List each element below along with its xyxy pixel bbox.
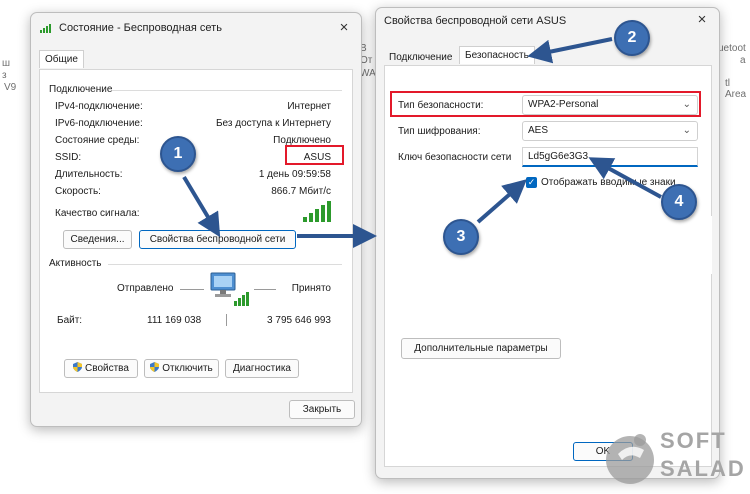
arrow-3 (476, 179, 528, 224)
arrow-4 (588, 157, 662, 199)
callout-2: 2 (614, 20, 650, 56)
watermark-line1: SOFT (660, 428, 727, 453)
watermark: SOFT SALAD (600, 420, 748, 492)
callout-4: 4 (661, 184, 697, 220)
watermark-line2: SALAD (660, 456, 746, 481)
arrow-1 (182, 175, 221, 238)
arrow-2 (527, 37, 613, 64)
callout-1: 1 (160, 136, 196, 172)
callout-3: 3 (443, 219, 479, 255)
watermark-logo-icon (606, 434, 654, 484)
